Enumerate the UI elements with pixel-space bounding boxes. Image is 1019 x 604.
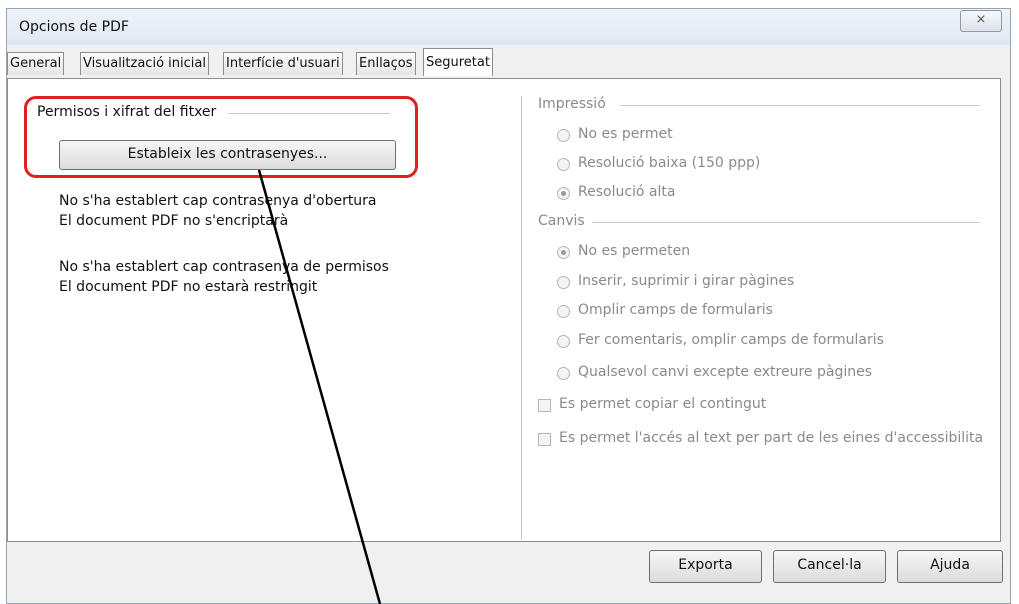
radio-print-high[interactable] [557,187,570,200]
tab-initial-view[interactable]: Visualització inicial [80,52,209,75]
printing-divider [620,105,980,106]
radio-changes-none[interactable] [557,246,570,259]
accessibility-label: Es permet l'accés al text per part de le… [559,430,984,446]
column-divider [521,96,522,540]
tab-general[interactable]: General [7,52,65,75]
encryption-status: El document PDF no s'encriptarà [59,213,289,229]
copy-content-label: Es permet copiar el contingut [559,396,767,412]
changes-divider [592,222,980,223]
changes-comments-label: Fer comentaris, omplir camps de formular… [578,332,884,348]
changes-any-label: Qualsevol canvi excepte extreure pàgines [578,364,872,380]
print-none-label: No es permet [578,126,673,142]
radio-changes-any[interactable] [557,367,570,380]
print-low-label: Resolució baixa (150 ppp) [578,155,761,171]
radio-changes-comments[interactable] [557,335,570,348]
checkbox-copy-content[interactable] [538,399,551,412]
restriction-status: El document PDF no estarà restringit [59,279,318,295]
help-button[interactable]: Ajuda [897,550,1003,583]
radio-print-none[interactable] [557,129,570,142]
dialog-title: Opcions de PDF [19,19,129,35]
permission-password-status: No s'ha establert cap contrasenya de per… [59,259,389,275]
changes-forms-label: Omplir camps de formularis [578,302,773,318]
highlight-annotation [24,96,418,178]
title-bar: Opcions de PDF ⨯ [7,9,1010,45]
radio-changes-forms[interactable] [557,305,570,318]
checkbox-accessibility[interactable] [538,433,551,446]
close-button[interactable]: ⨯ [960,10,1002,32]
printing-group-label: Impressió [538,96,606,112]
changes-none-label: No es permeten [578,243,691,259]
radio-changes-insert[interactable] [557,276,570,289]
changes-insert-label: Inserir, suprimir i girar pàgines [578,273,795,289]
tab-security[interactable]: Seguretat [423,48,493,76]
close-icon: ⨯ [975,12,987,27]
changes-group-label: Canvis [538,213,585,229]
open-password-status: No s'ha establert cap contrasenya d'ober… [59,193,377,209]
tab-user-interface[interactable]: Interfície d'usuari [223,52,343,75]
tab-links[interactable]: Enllaços [356,52,416,75]
radio-print-low[interactable] [557,158,570,171]
export-button[interactable]: Exporta [649,550,762,583]
print-high-label: Resolució alta [578,184,676,200]
cancel-button[interactable]: Cancel·la [773,550,886,583]
